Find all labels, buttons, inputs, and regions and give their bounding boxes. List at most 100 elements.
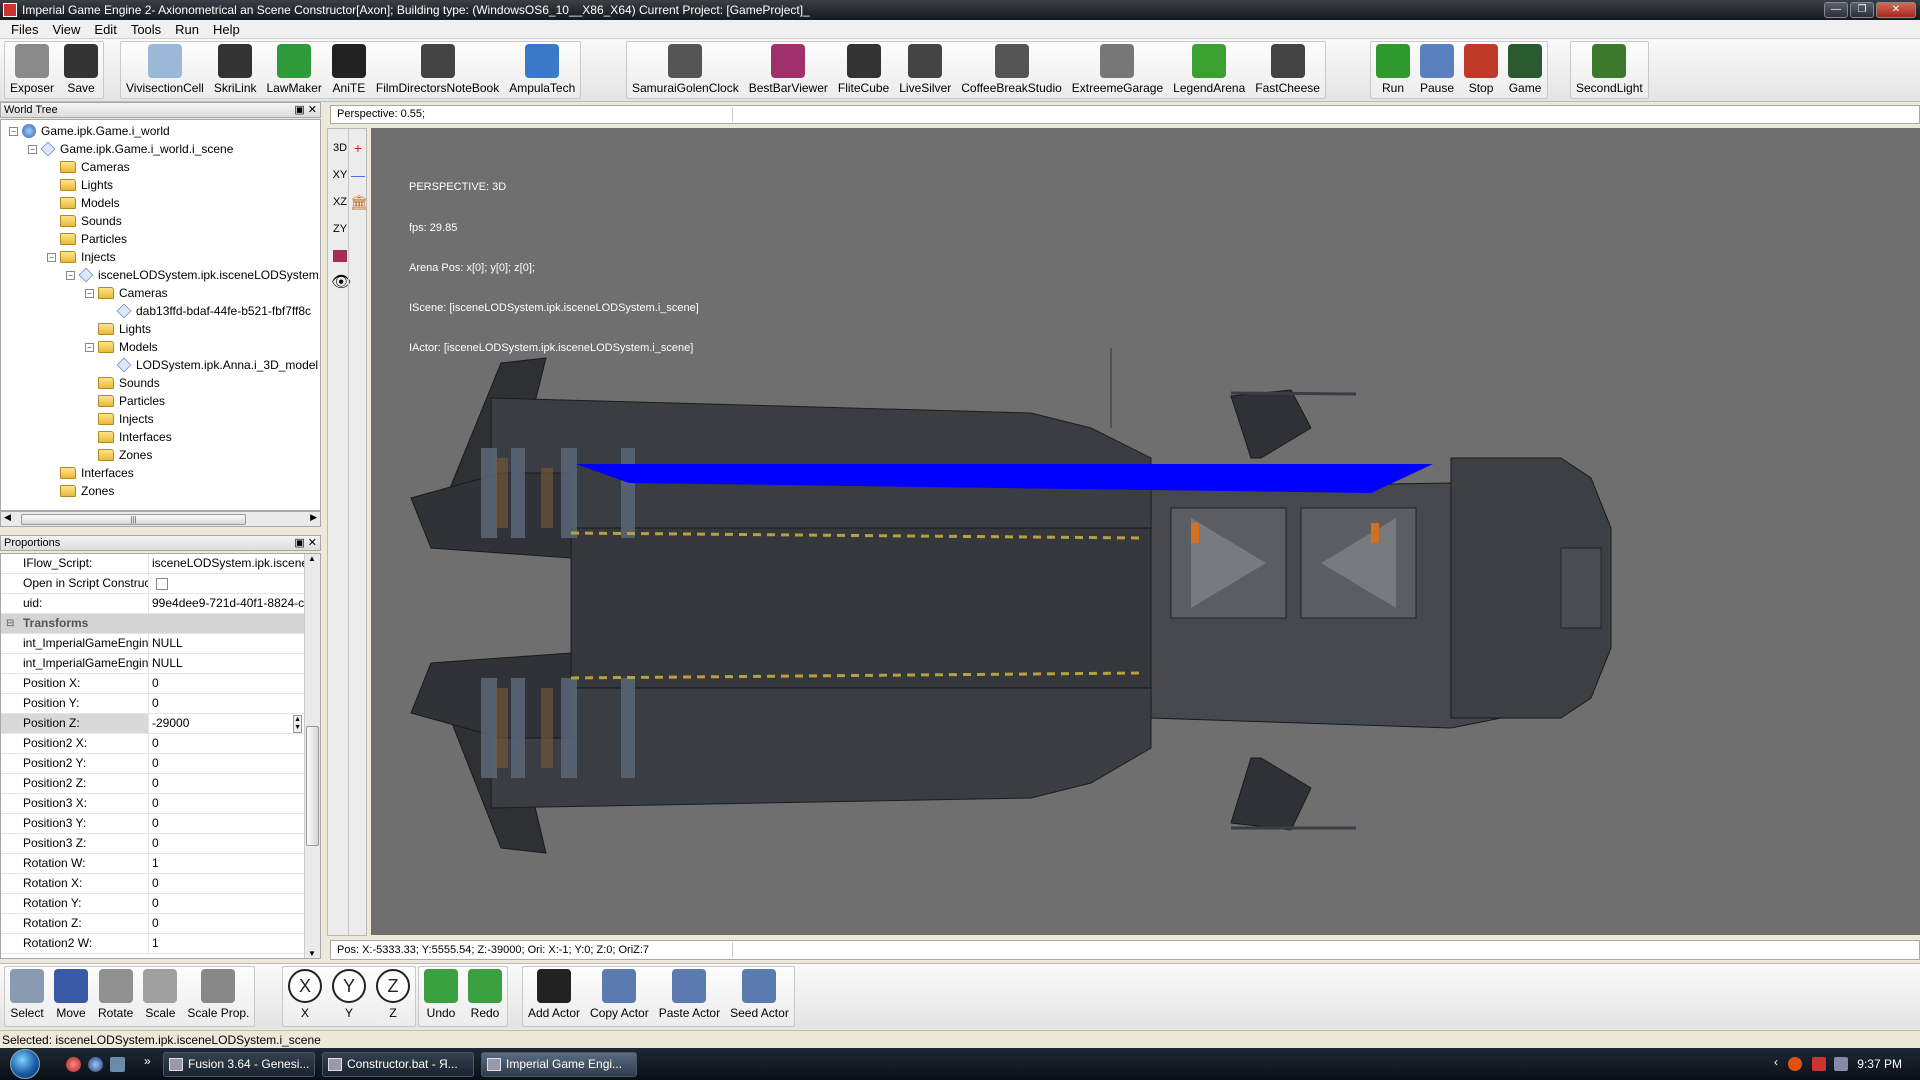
tree-collapse-icon[interactable]: − (85, 288, 94, 298)
property-row[interactable]: Rotation2 W: 1 (1, 934, 304, 954)
taskbar-clock[interactable]: 9:37 PM (1857, 1048, 1902, 1080)
tree-item[interactable]: Particles (85, 392, 165, 410)
pause-button[interactable]: Pause (1415, 42, 1459, 98)
property-row[interactable]: Position Y: 0 (1, 694, 304, 714)
dock-icon[interactable]: ▣ (294, 537, 304, 549)
property-row[interactable]: uid: 99e4dee9-721d-40f1-8824-c0 (1, 594, 304, 614)
quicklaunch-ie-icon[interactable] (88, 1057, 103, 1072)
quicklaunch-more-icon[interactable]: » (144, 1054, 151, 1068)
color-swatch-icon[interactable] (331, 245, 349, 267)
tree-item[interactable]: − Game.ipk.Game.i_world.i_scene (28, 140, 233, 158)
view-xz-button[interactable]: XZ (331, 191, 349, 213)
tree-item[interactable]: − Injects (47, 248, 116, 266)
tray-volume-icon[interactable] (1834, 1057, 1848, 1071)
perspective-field[interactable]: Perspective: 0.55; (337, 107, 733, 122)
property-value[interactable]: -29000 ▲ ▼ (149, 714, 304, 733)
maximize-button[interactable]: ❐ (1850, 2, 1874, 18)
view-xy-button[interactable]: XY (331, 164, 349, 186)
property-category[interactable]: Transforms ⊟ (1, 614, 304, 634)
add-icon[interactable]: + (350, 137, 366, 159)
property-row[interactable]: Open in Script Construc (1, 574, 304, 594)
property-row[interactable]: Rotation W: 1 (1, 854, 304, 874)
property-row[interactable]: Rotation Y: 0 (1, 894, 304, 914)
property-row[interactable]: Position2 Z: 0 (1, 774, 304, 794)
menu-view[interactable]: View (45, 20, 87, 39)
menu-run[interactable]: Run (168, 20, 206, 39)
property-row[interactable]: Position3 Z: 0 (1, 834, 304, 854)
tree-item[interactable]: Sounds (85, 374, 160, 392)
value-spinner-icon[interactable]: ▲ ▼ (293, 715, 302, 733)
tray-expand-icon[interactable]: ‹ (1774, 1055, 1778, 1069)
property-value[interactable]: 0 (149, 794, 304, 813)
legendarena-button[interactable]: LegendArena (1168, 42, 1250, 98)
minus-icon[interactable]: — (350, 164, 366, 186)
close-button[interactable]: ✕ (1876, 2, 1916, 18)
tree-item[interactable]: Interfaces (47, 464, 134, 482)
view-3d-button[interactable]: 3D (331, 137, 349, 159)
property-value[interactable]: 99e4dee9-721d-40f1-8824-c0 (149, 594, 304, 613)
property-row[interactable]: Position2 Y: 0 (1, 754, 304, 774)
property-row[interactable]: int_ImperialGameEngin NULL (1, 634, 304, 654)
samuraigolenclock-button[interactable]: SamuraiGolenClock (627, 42, 744, 98)
tree-item[interactable]: Sounds (47, 212, 122, 230)
tray-network-icon[interactable] (1812, 1057, 1826, 1071)
tree-collapse-icon[interactable]: − (28, 144, 37, 154)
scrollbar-thumb[interactable]: ||| (21, 514, 246, 525)
lawmaker-button[interactable]: LawMaker (262, 42, 327, 98)
tree-collapse-icon[interactable]: − (9, 126, 18, 136)
panel-close-icon[interactable]: ✕ (308, 104, 317, 116)
tree-item[interactable]: Lights (85, 320, 151, 338)
menu-edit[interactable]: Edit (87, 20, 123, 39)
property-row[interactable]: Position3 Y: 0 (1, 814, 304, 834)
scroll-left-icon[interactable]: ◀ (4, 512, 11, 523)
spaceship-model[interactable] (371, 128, 1920, 935)
panel-close-icon[interactable]: ✕ (308, 537, 317, 549)
scale-button[interactable]: Scale (138, 967, 182, 1023)
building-icon[interactable]: 🏛 (350, 191, 368, 213)
stop-button[interactable]: Stop (1459, 42, 1503, 98)
property-value[interactable]: 0 (149, 694, 304, 713)
property-value[interactable]: 0 (149, 874, 304, 893)
property-value[interactable]: 1 (149, 854, 304, 873)
vivisectioncell-button[interactable]: VivisectionCell (121, 42, 209, 98)
y-button[interactable]: YY (327, 967, 371, 1023)
ampulatech-button[interactable]: AmpulaTech (504, 42, 580, 98)
tree-item[interactable]: − Cameras (85, 284, 168, 302)
secondlight-button[interactable]: SecondLight (1571, 42, 1648, 98)
property-row[interactable]: IFlow_Script: isceneLODSystem.ipk.iscene (1, 554, 304, 574)
scroll-up-icon[interactable]: ▲ (308, 554, 316, 563)
select-button[interactable]: Select (5, 967, 49, 1023)
property-value[interactable]: 0 (149, 894, 304, 913)
tree-item[interactable]: − isceneLODSystem.ipk.isceneLODSystem.i_s… (66, 266, 320, 284)
tree-item[interactable]: LODSystem.ipk.Anna.i_3D_model (104, 356, 318, 374)
redo-button[interactable]: Redo (463, 967, 507, 1023)
property-value[interactable]: NULL (149, 654, 304, 673)
property-row[interactable]: int_ImperialGameEngin NULL (1, 654, 304, 674)
undo-button[interactable]: Undo (419, 967, 463, 1023)
collapse-icon[interactable]: ⊟ (6, 614, 14, 633)
tree-horizontal-scrollbar[interactable]: ◀ ||| ▶ (0, 511, 321, 527)
anite-button[interactable]: AniTE (327, 42, 371, 98)
scale-prop-button[interactable]: Scale Prop. (182, 967, 254, 1023)
property-value[interactable]: NULL (149, 634, 304, 653)
task-imperial-engine[interactable]: Imperial Game Engi... (481, 1052, 637, 1077)
tree-item[interactable]: − Game.ipk.Game.i_world (9, 122, 170, 140)
quicklaunch-opera-icon[interactable] (66, 1057, 81, 1072)
tree-item[interactable]: − Models (85, 338, 158, 356)
scrollbar-thumb[interactable] (306, 726, 319, 846)
copy-actor-button[interactable]: Copy Actor (585, 967, 654, 1023)
property-value[interactable]: 0 (149, 834, 304, 853)
property-row[interactable]: Position3 X: 0 (1, 794, 304, 814)
property-value[interactable]: isceneLODSystem.ipk.iscene (149, 554, 304, 573)
bestbarviewer-button[interactable]: BestBarViewer (744, 42, 833, 98)
property-row[interactable]: Position Z: -29000 ▲ ▼ (1, 714, 304, 734)
property-row[interactable]: Position X: 0 (1, 674, 304, 694)
rotate-button[interactable]: Rotate (93, 967, 138, 1023)
save-button[interactable]: Save (59, 42, 103, 98)
tray-alert-icon[interactable] (1788, 1057, 1802, 1071)
livesilver-button[interactable]: LiveSilver (894, 42, 956, 98)
3d-viewport[interactable]: PERSPECTIVE: 3D fps: 29.85 Arena Pos: x[… (371, 128, 1920, 935)
tree-item[interactable]: Lights (47, 176, 113, 194)
property-value[interactable]: 0 (149, 774, 304, 793)
tree-collapse-icon[interactable]: − (66, 270, 75, 280)
